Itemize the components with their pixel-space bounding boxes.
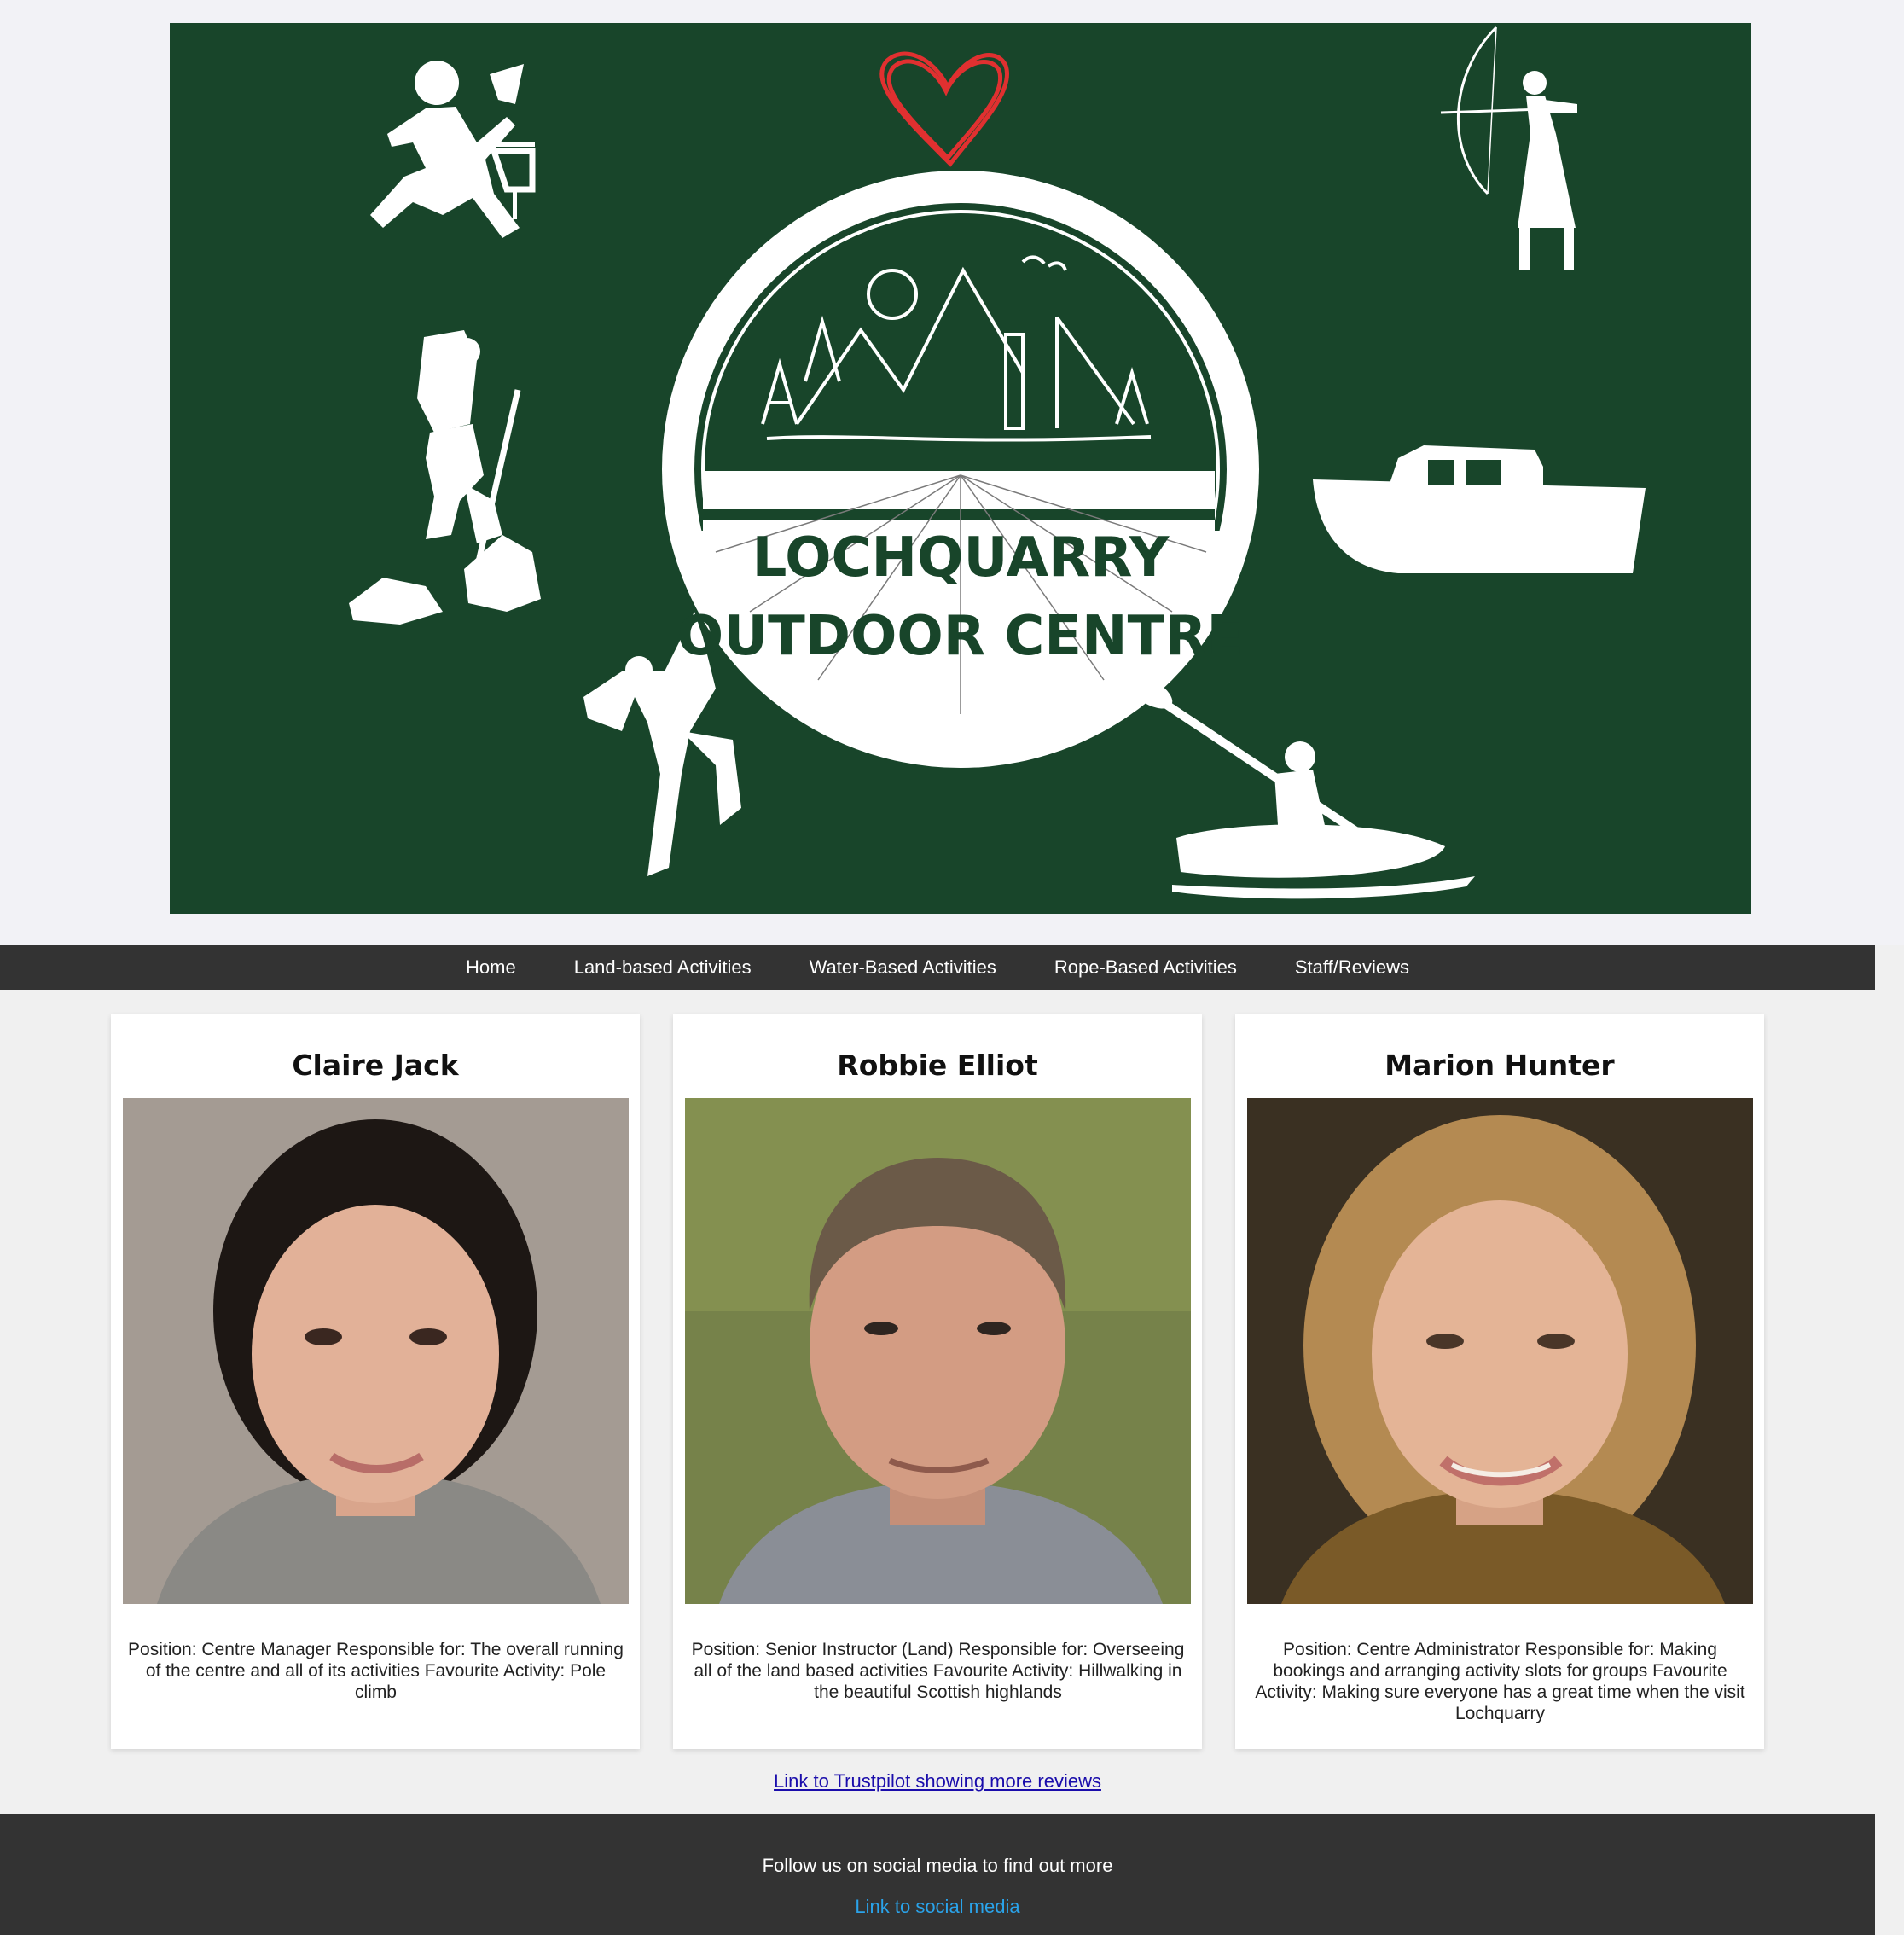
staff-description: Position: Senior Instructor (Land) Respo… bbox=[691, 1640, 1185, 1702]
staff-card-claire: Claire Jack Position: Centre Manager Res… bbox=[111, 1014, 640, 1749]
social-media-link[interactable]: Link to social media bbox=[855, 1896, 1019, 1917]
staff-photo bbox=[685, 1098, 1191, 1604]
archer-icon bbox=[1440, 26, 1577, 270]
footer-social-row: Link to social media bbox=[0, 1896, 1875, 1918]
trustpilot-link-row: Link to Trustpilot showing more reviews bbox=[0, 1770, 1875, 1793]
nav-home[interactable]: Home bbox=[466, 956, 516, 979]
staff-name: Marion Hunter bbox=[1384, 1049, 1615, 1082]
staff-photo bbox=[1247, 1098, 1753, 1604]
trustpilot-link[interactable]: Link to Trustpilot showing more reviews bbox=[774, 1770, 1101, 1792]
footer-follow-text: Follow us on social media to find out mo… bbox=[762, 1855, 1113, 1876]
heart-icon bbox=[879, 51, 1009, 167]
staff-description: Position: Centre Administrator Responsib… bbox=[1255, 1640, 1745, 1723]
logo-line1: LOCHQUARRY bbox=[752, 526, 1170, 590]
emblem-circle: LOCHQUARRY OUTDOOR CENTRE bbox=[662, 171, 1259, 768]
runner-icon bbox=[370, 61, 536, 238]
staff-photo bbox=[123, 1098, 629, 1604]
hiker-icon bbox=[349, 330, 541, 625]
nav-land-based[interactable]: Land-based Activities bbox=[574, 956, 752, 979]
staff-name: Robbie Elliot bbox=[837, 1049, 1038, 1082]
footer: Follow us on social media to find out mo… bbox=[0, 1814, 1875, 1935]
staff-name: Claire Jack bbox=[292, 1049, 459, 1082]
boat-icon bbox=[1313, 445, 1646, 573]
nav-rope-based[interactable]: Rope-Based Activities bbox=[1054, 956, 1237, 979]
header-banner: LOCHQUARRY OUTDOOR CENTRE bbox=[0, 0, 1904, 945]
nav-water-based[interactable]: Water-Based Activities bbox=[810, 956, 996, 979]
nav-staff-reviews[interactable]: Staff/Reviews bbox=[1295, 956, 1409, 979]
main-nav: Home Land-based Activities Water-Based A… bbox=[0, 945, 1875, 990]
kayaker-icon bbox=[1129, 677, 1475, 899]
staff-description: Position: Centre Manager Responsible for… bbox=[128, 1640, 624, 1702]
staff-card-marion: Marion Hunter Position: Centre Administr… bbox=[1235, 1014, 1764, 1749]
staff-card-robbie: Robbie Elliot Position: Senior Instructo… bbox=[673, 1014, 1202, 1749]
logo-line2: OUTDOOR CENTRE bbox=[677, 605, 1244, 668]
lochquarry-logo-banner: LOCHQUARRY OUTDOOR CENTRE bbox=[170, 23, 1751, 914]
